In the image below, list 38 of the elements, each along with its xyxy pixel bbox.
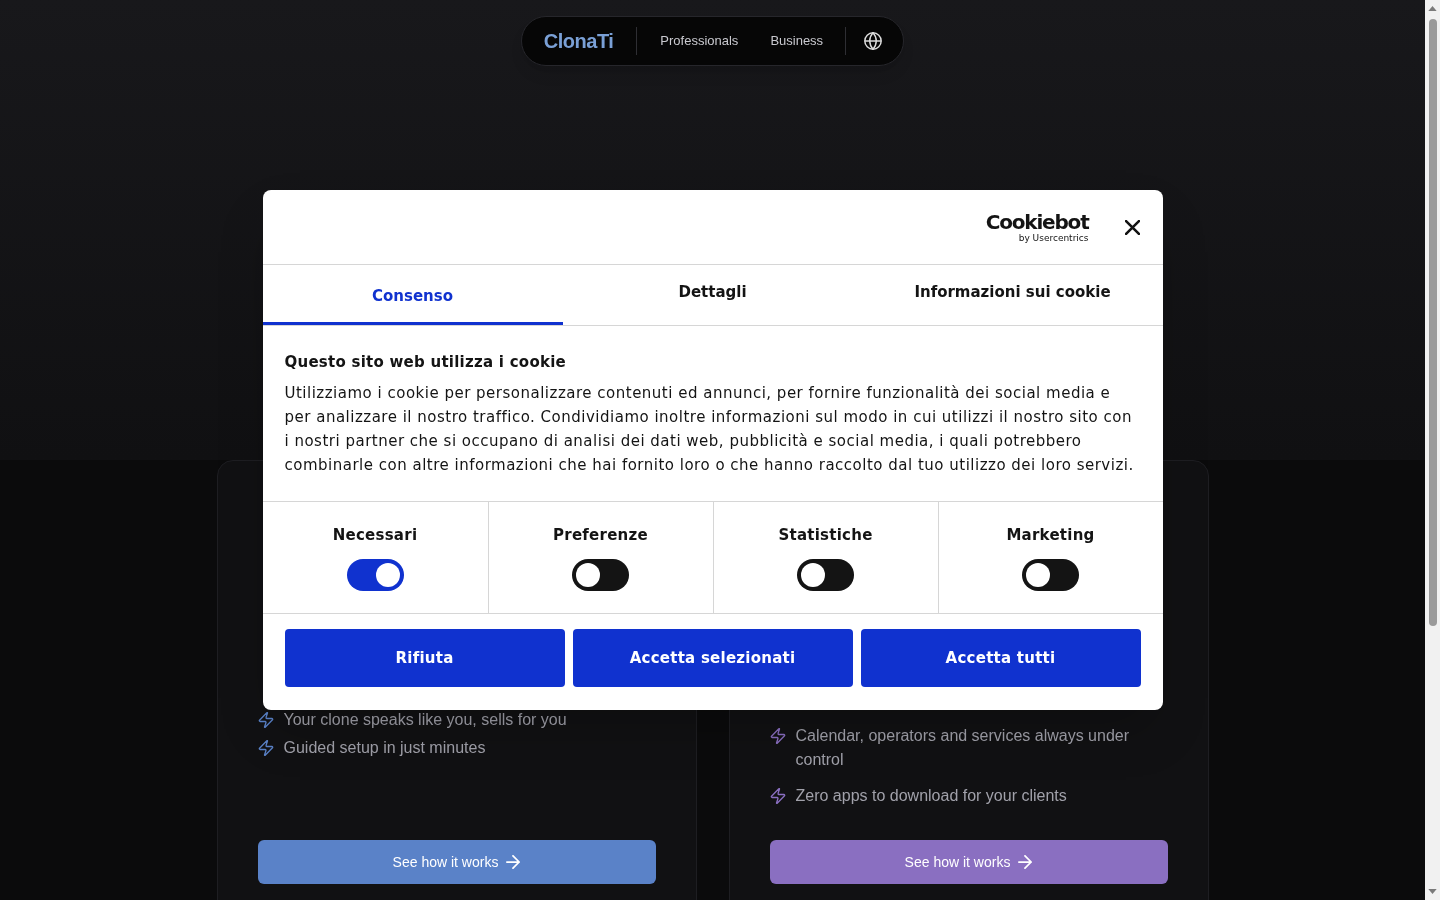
caret-up-icon[interactable] [1428, 6, 1437, 11]
lightning-icon [769, 728, 786, 744]
nav-link[interactable]: Professionals [660, 31, 739, 51]
toggle-switch[interactable] [346, 559, 404, 591]
globe-icon[interactable] [864, 32, 883, 50]
tab[interactable]: Informazioni sui cookie [862, 265, 1163, 325]
close-icon[interactable] [1125, 219, 1140, 235]
feature-text: Zero apps to download for your clients [795, 786, 1067, 806]
category-label: Necessari [332, 525, 418, 546]
feature-text: Calendar, operators and services always under control [795, 726, 1130, 770]
dialog-text: Utilizziamo i cookie per personalizzare contenuti ed annunci, per fornire funzionalità dei social media e per analizzare il nostro traffico. Condividiamo inoltre informazioni sul modo in cui utilizzi il nostro sito con i nostri partner che si occupano di analisi dei dati web, pubblicità e social media, i quali potrebbero combinarle con altre informazioni che hai fornito loro o che hanno raccolto dal tuo utilizzo dei loro servizi. [284, 383, 1135, 476]
consent-button[interactable]: Rifiuta [284, 629, 565, 687]
consent-button[interactable]: Accetta tutti [860, 629, 1141, 687]
toggle-switch[interactable] [797, 559, 854, 591]
feature-text: Guided setup in just minutes [283, 738, 486, 758]
toggle-switch[interactable] [572, 559, 629, 591]
category-label: Preferenze [553, 525, 648, 546]
arrow-right-icon [506, 855, 521, 869]
nav-link[interactable]: Business [770, 31, 824, 51]
arrow-right-icon [1018, 855, 1033, 869]
scrollbar-thumb[interactable] [1428, 19, 1437, 626]
lightning-icon [257, 740, 274, 756]
lightning-icon [257, 712, 274, 728]
dialog-heading: Questo sito web utilizza i cookie [284, 352, 567, 373]
category-label: Marketing [1006, 525, 1095, 546]
lightning-icon [769, 788, 786, 804]
logo[interactable]: ClonaTi [543, 31, 614, 51]
scrollbar[interactable] [1425, 0, 1440, 900]
toggle-switch[interactable] [1022, 559, 1079, 591]
tab[interactable]: Dettagli [562, 265, 863, 325]
caret-down-icon[interactable] [1428, 889, 1437, 894]
category-label: Statistiche [778, 525, 873, 546]
tab[interactable]: Consenso [262, 265, 563, 325]
see-how-button[interactable]: See how it works [769, 840, 1168, 884]
feature-text: Your clone speaks like you, sells for you [283, 710, 567, 730]
consent-button[interactable]: Accetta selezionati [572, 629, 853, 687]
cookiebot-logo: Cookiebot by Usercentrics [985, 211, 1089, 243]
see-how-button[interactable]: See how it works [257, 840, 656, 884]
